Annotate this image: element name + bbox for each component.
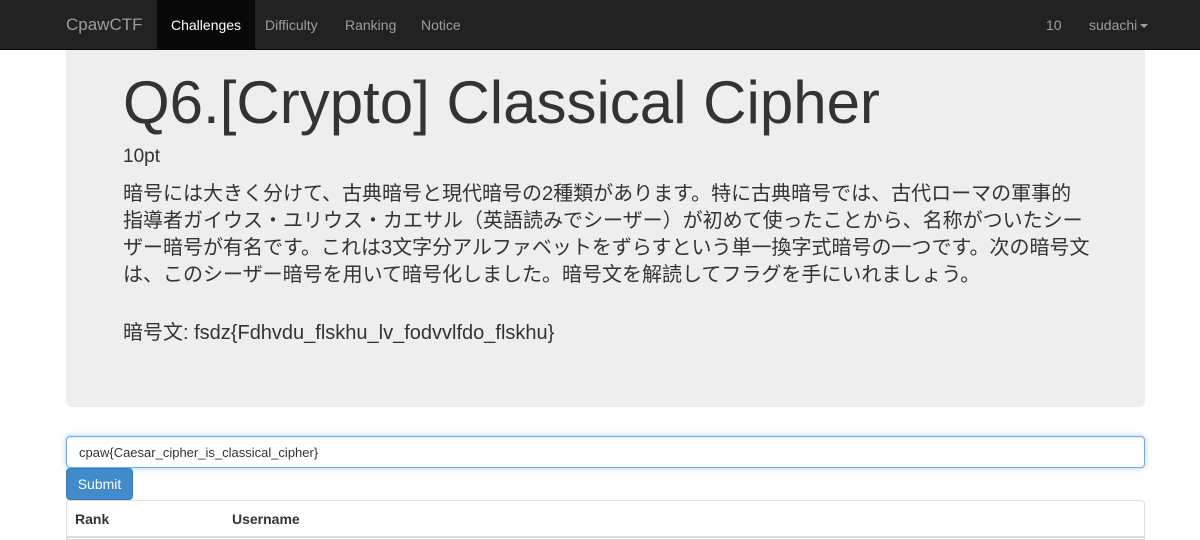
nav-ranking[interactable]: Ranking xyxy=(331,0,410,50)
column-header-rank: Rank xyxy=(75,511,110,527)
caret-down-icon xyxy=(1140,24,1149,29)
rank-table: Rank Username xyxy=(66,500,1145,540)
flag-input[interactable] xyxy=(66,436,1145,468)
nav-notice[interactable]: Notice xyxy=(407,0,475,50)
challenge-title: Q6.[Crypto] Classical Cipher xyxy=(123,69,880,136)
user-name: sudachi xyxy=(1089,17,1138,33)
ciphertext: 暗号文: fsdz{Fdhvdu_flskhu_lv_fodvvlfdo_fls… xyxy=(123,322,555,344)
table-header-divider xyxy=(67,536,1144,538)
nav-challenges[interactable]: Challenges xyxy=(157,0,256,50)
challenge-points: 10pt xyxy=(123,146,160,167)
score-display[interactable]: 10 xyxy=(1046,0,1062,50)
top-navbar: CpawCTF Challenges Difficulty Ranking No… xyxy=(0,0,1200,50)
challenge-description: 暗号には大きく分けて、古典暗号と現代暗号の2種類があります。特に古典暗号では、古… xyxy=(123,183,1090,286)
column-header-username: Username xyxy=(232,511,300,527)
submit-button[interactable]: Submit xyxy=(66,468,133,500)
brand-link[interactable]: CpawCTF xyxy=(66,0,143,50)
user-menu[interactable]: sudachi xyxy=(1089,0,1149,50)
challenge-panel: Q6.[Crypto] Classical Cipher 10pt 暗号には大き… xyxy=(66,50,1145,407)
nav-difficulty[interactable]: Difficulty xyxy=(251,0,332,50)
